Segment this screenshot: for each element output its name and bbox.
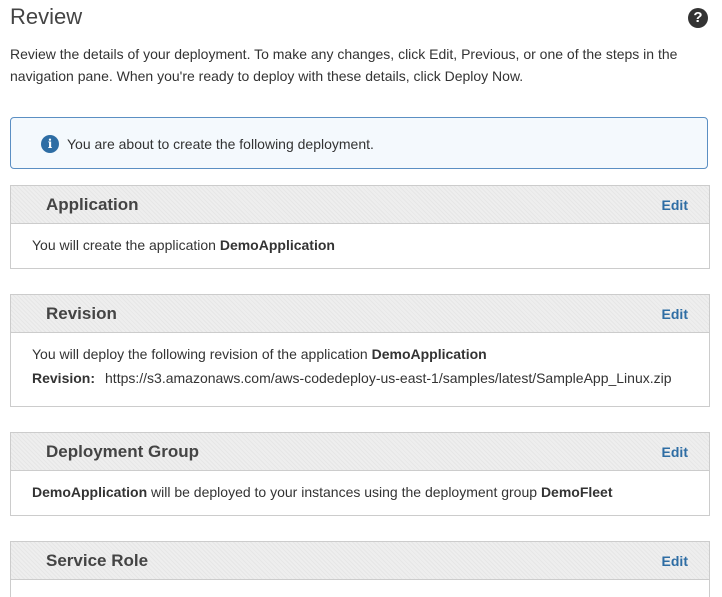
revision-section: Revision Edit You will deploy the follow… [10,294,710,407]
revision-label: Revision: [32,370,96,386]
application-section-body: You will create the application DemoAppl… [11,224,709,260]
application-summary: You will create the application DemoAppl… [32,236,709,260]
edit-service-role-link[interactable]: Edit [662,553,688,569]
revision-url: https://s3.amazonaws.com/aws-codedeploy-… [105,370,672,386]
intro-line-2: navigation pane. When you're ready to de… [10,68,524,84]
deployment-group-name: DemoFleet [540,484,613,500]
deployment-group-section-title: Deployment Group [46,442,200,461]
page-title: Review [10,4,83,29]
revision-section-title: Revision [46,304,117,323]
edit-deployment-group-link[interactable]: Edit [662,444,688,460]
application-section-title: Application [46,195,139,214]
intro-text: Review the details of your deployment. T… [10,43,710,87]
info-banner-text: You are about to create the following de… [67,136,374,152]
deployment-group-section-body: DemoApplication will be deployed to your… [11,471,709,507]
intro-line-1: Review the details of your deployment. T… [10,46,678,62]
revision-summary: You will deploy the following revision o… [32,345,709,369]
service-role-section: Service Role Edit [10,541,710,597]
info-icon: i [41,135,59,153]
revision-location: Revision: https://s3.amazonaws.com/aws-co… [32,369,709,393]
service-role-section-header: Service Role Edit [11,542,709,580]
service-role-section-title: Service Role [46,551,149,570]
revision-summary-prefix: You will deploy the following revision o… [32,346,372,362]
deployment-group-app-name: DemoApplication [32,484,148,500]
application-section: Application Edit You will create the app… [10,185,710,269]
review-page: Review ? Review the details of your depl… [0,0,722,597]
application-summary-prefix: You will create the application [32,237,220,253]
info-banner: i You are about to create the following … [10,117,708,169]
deployment-group-section: Deployment Group Edit DemoApplication wi… [10,432,710,516]
help-icon[interactable]: ? [688,8,708,28]
edit-revision-link[interactable]: Edit [662,306,688,322]
revision-section-header: Revision Edit [11,295,709,333]
deployment-group-summary-middle: will be deployed to your instances using… [147,484,541,500]
application-name: DemoApplication [219,237,335,253]
revision-app-name: DemoApplication [371,346,487,362]
edit-application-link[interactable]: Edit [662,197,688,213]
deployment-group-section-header: Deployment Group Edit [11,433,709,471]
revision-section-body: You will deploy the following revision o… [11,333,709,393]
application-section-header: Application Edit [11,186,709,224]
deployment-group-summary: DemoApplication will be deployed to your… [32,483,709,507]
